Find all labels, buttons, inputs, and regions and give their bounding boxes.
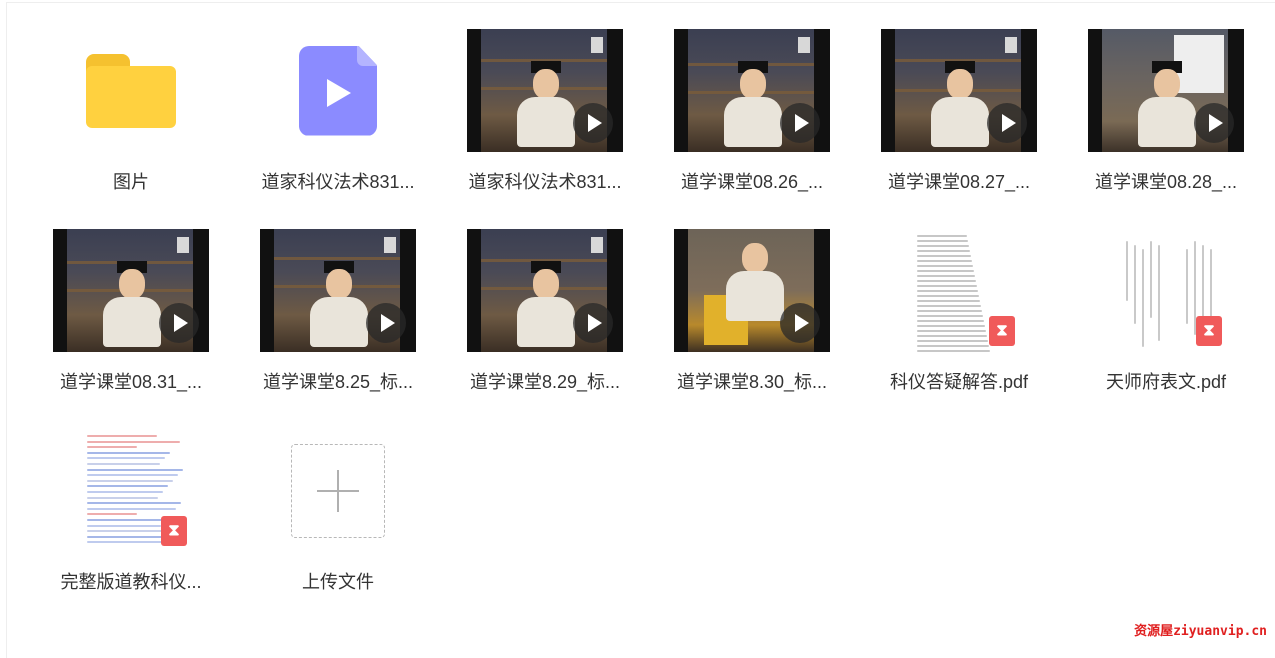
video-thumbnail bbox=[41, 223, 221, 358]
file-thumbnail bbox=[248, 23, 428, 158]
file-item-pdf[interactable]: ⧗ 科仪答疑解答.pdf bbox=[869, 223, 1049, 413]
file-item-video[interactable]: 道家科仪法术831... bbox=[248, 23, 428, 213]
play-icon bbox=[780, 303, 820, 343]
pdf-icon: ⧗ bbox=[989, 316, 1015, 346]
upload-label: 上传文件 bbox=[302, 572, 374, 592]
upload-area bbox=[248, 423, 428, 558]
video-thumbnail bbox=[662, 223, 842, 358]
file-item-video[interactable]: 道家科仪法术831... bbox=[455, 23, 635, 213]
file-name: 科仪答疑解答.pdf bbox=[889, 372, 1029, 392]
video-thumbnail bbox=[455, 223, 635, 358]
file-name: 道家科仪法术831... bbox=[468, 172, 622, 192]
folder-thumbnail bbox=[41, 23, 221, 158]
play-icon bbox=[573, 303, 613, 343]
file-name: 道学课堂08.27_... bbox=[887, 172, 1031, 192]
pdf-thumbnail: ⧗ bbox=[1076, 223, 1256, 358]
watermark-text: 资源屋ziyuanvip.cn bbox=[1134, 624, 1267, 639]
pdf-icon: ⧗ bbox=[161, 516, 187, 546]
folder-icon bbox=[86, 53, 176, 128]
file-name: 道学课堂8.29_标... bbox=[469, 372, 621, 392]
file-item-pdf[interactable]: ⧗ 完整版道教科仪... bbox=[41, 423, 221, 613]
video-file-icon bbox=[299, 45, 377, 136]
play-icon bbox=[1194, 103, 1234, 143]
play-icon bbox=[780, 103, 820, 143]
file-item-video[interactable]: 道学课堂8.29_标... bbox=[455, 223, 635, 413]
file-item-video[interactable]: 道学课堂08.26_... bbox=[662, 23, 842, 213]
file-item-video[interactable]: 道学课堂8.25_标... bbox=[248, 223, 428, 413]
file-name: 道学课堂8.25_标... bbox=[262, 372, 414, 392]
play-icon bbox=[987, 103, 1027, 143]
plus-icon bbox=[291, 443, 385, 538]
file-name: 完整版道教科仪... bbox=[60, 572, 202, 592]
file-name: 道学课堂08.26_... bbox=[680, 172, 824, 192]
pdf-thumbnail: ⧗ bbox=[869, 223, 1049, 358]
file-name: 道学课堂08.31_... bbox=[59, 372, 203, 392]
file-grid: 图片 道家科仪法术831... 道家科仪法术831... 道学课堂08.26_.… bbox=[6, 2, 1275, 658]
video-thumbnail bbox=[455, 23, 635, 158]
play-icon bbox=[573, 103, 613, 143]
file-name: 道家科仪法术831... bbox=[261, 172, 415, 192]
video-thumbnail bbox=[869, 23, 1049, 158]
file-name: 道学课堂08.28_... bbox=[1094, 172, 1238, 192]
file-item-video[interactable]: 道学课堂08.31_... bbox=[41, 223, 221, 413]
file-name: 图片 bbox=[113, 172, 149, 192]
video-thumbnail bbox=[662, 23, 842, 158]
play-icon bbox=[159, 303, 199, 343]
file-item-video[interactable]: 道学课堂8.30_标... bbox=[662, 223, 842, 413]
file-item-pdf[interactable]: ⧗ 天师府表文.pdf bbox=[1076, 223, 1256, 413]
pdf-thumbnail: ⧗ bbox=[41, 423, 221, 558]
upload-file-button[interactable]: 上传文件 bbox=[248, 423, 428, 613]
file-item-video[interactable]: 道学课堂08.27_... bbox=[869, 23, 1049, 213]
video-thumbnail bbox=[1076, 23, 1256, 158]
file-item-video[interactable]: 道学课堂08.28_... bbox=[1076, 23, 1256, 213]
folder-item-images[interactable]: 图片 bbox=[41, 23, 221, 213]
file-name: 天师府表文.pdf bbox=[1105, 372, 1227, 392]
file-name: 道学课堂8.30_标... bbox=[676, 372, 828, 392]
pdf-icon: ⧗ bbox=[1196, 316, 1222, 346]
video-thumbnail bbox=[248, 223, 428, 358]
play-icon bbox=[366, 303, 406, 343]
